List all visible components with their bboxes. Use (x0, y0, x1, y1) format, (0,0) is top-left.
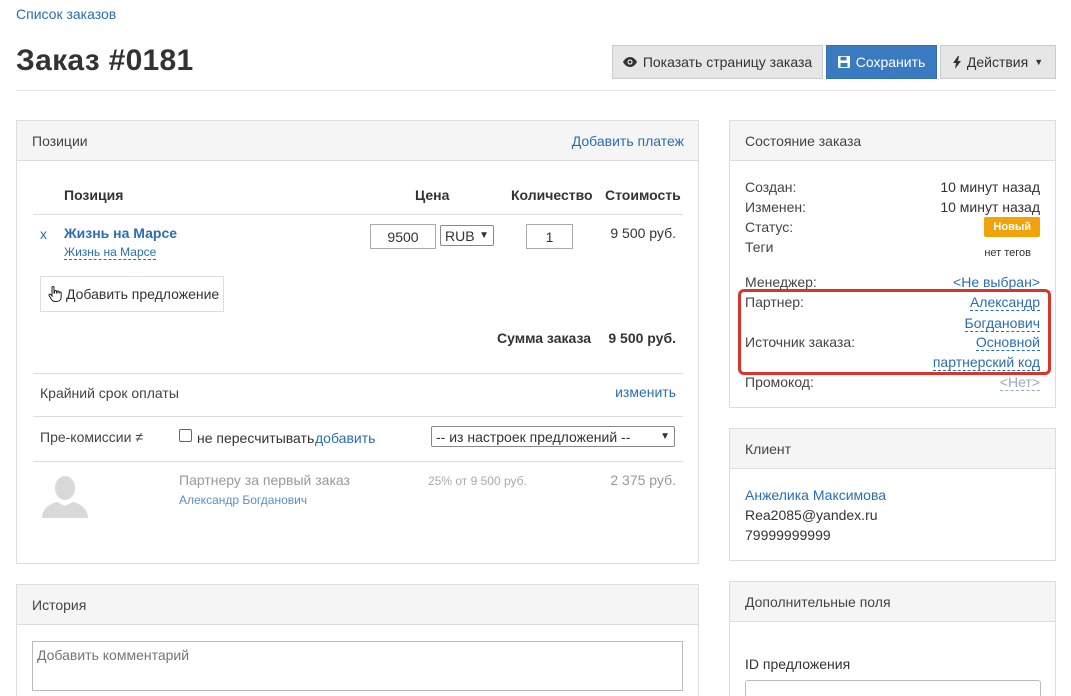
offer-settings-select[interactable]: -- из настроек предложений -- ▼ (431, 426, 675, 447)
show-order-page-button[interactable]: Показать страницу заказа (612, 45, 823, 79)
tags-value: нет тегов (984, 247, 1031, 259)
extra-fields-panel-header: Дополнительные поля (730, 582, 1055, 622)
caret-down-icon: ▼ (1034, 57, 1044, 67)
history-panel: История (16, 584, 699, 696)
commission-amount: 2 375 руб. (610, 472, 676, 488)
offer-id-label: ID предложения (745, 656, 851, 672)
add-offer-button[interactable]: Добавить предложение (40, 276, 224, 312)
avatar-placeholder-icon (42, 476, 88, 518)
offer-id-input[interactable] (745, 680, 1041, 696)
column-header-price: Цена (415, 187, 450, 203)
status-label: Статус: (745, 219, 794, 235)
client-email: Rea2085@yandex.ru (745, 507, 878, 523)
column-header-item: Позиция (64, 187, 124, 203)
client-name-link[interactable]: Анжелика Максимова (745, 487, 886, 503)
pre-commissions-label: Пре-комиссии ≠ (40, 429, 144, 445)
history-title: История (32, 596, 87, 613)
divider (33, 461, 683, 462)
show-order-page-label: Показать страницу заказа (642, 54, 813, 70)
promocode-link[interactable]: <Нет> (999, 374, 1040, 391)
created-value: 10 минут назад (940, 179, 1040, 195)
page-title: Заказ #0181 (16, 44, 194, 77)
positions-panel-header: Позиции Добавить платеж (17, 121, 698, 161)
created-label: Создан: (745, 179, 797, 195)
commission-percent: 25% от 9 500 руб. (428, 474, 527, 488)
divider (33, 416, 683, 417)
chevron-down-icon: ▼ (660, 431, 670, 442)
column-header-qty: Количество (511, 187, 593, 203)
price-input[interactable]: 9500 (370, 224, 436, 249)
table-header-divider (33, 214, 683, 215)
client-panel-header: Клиент (730, 429, 1055, 469)
add-payment-link[interactable]: Добавить платеж (572, 133, 684, 149)
breadcrumb-orders-list[interactable]: Список заказов (16, 6, 116, 22)
save-button[interactable]: Сохранить (826, 45, 937, 79)
lightning-icon (952, 55, 961, 69)
eye-icon (622, 57, 637, 67)
no-recalculate-checkbox[interactable] (179, 429, 192, 442)
save-label: Сохранить (855, 54, 926, 70)
order-total-label: Сумма заказа (497, 330, 592, 346)
manager-label: Менеджер: (745, 274, 817, 290)
chevron-down-icon: ▼ (479, 230, 489, 241)
divider (33, 373, 683, 374)
item-cost: 9 500 руб. (610, 225, 676, 241)
header-divider (16, 90, 1056, 91)
add-offer-label: Добавить предложение (66, 286, 220, 302)
client-title: Клиент (745, 440, 792, 457)
status-badge[interactable]: Новый (984, 217, 1040, 237)
order-total-value: 9 500 руб. (608, 330, 676, 346)
client-phone: 79999999999 (745, 527, 831, 543)
highlight-box (738, 289, 1051, 375)
no-recalculate-label: не пересчитывать (197, 430, 315, 446)
actions-label: Действия (966, 54, 1029, 70)
offer-settings-value: -- из настроек предложений -- (436, 428, 631, 445)
remove-item-button[interactable]: x (40, 226, 47, 242)
currency-select[interactable]: RUB ▼ (440, 225, 494, 246)
tags-label: Теги (745, 239, 774, 255)
order-state-panel-header: Состояние заказа (730, 121, 1055, 161)
changed-label: Изменен: (745, 199, 807, 215)
client-panel: Клиент Анжелика Максимова Rea2085@yandex… (729, 428, 1056, 561)
hand-pointer-icon (48, 286, 62, 302)
extra-fields-title: Дополнительные поля (745, 593, 891, 610)
comment-textarea[interactable] (32, 641, 683, 691)
actions-dropdown-button[interactable]: Действия ▼ (940, 45, 1056, 79)
item-subname-link[interactable]: Жизнь на Марсе (64, 245, 157, 260)
history-panel-header: История (17, 585, 698, 625)
extra-fields-panel: Дополнительные поля ID предложения (729, 581, 1056, 696)
quantity-input[interactable]: 1 (526, 224, 573, 249)
add-commission-link[interactable]: добавить (315, 430, 375, 446)
item-name-link[interactable]: Жизнь на Марсе (64, 225, 177, 241)
currency-value: RUB (445, 227, 475, 244)
order-state-title: Состояние заказа (745, 132, 862, 149)
changed-value: 10 минут назад (940, 199, 1040, 215)
positions-title: Позиции (32, 132, 88, 149)
commission-title: Партнеру за первый заказ (179, 472, 350, 488)
promocode-label: Промокод: (745, 374, 814, 390)
floppy-disk-icon (837, 56, 850, 68)
change-deadline-link[interactable]: изменить (615, 384, 676, 400)
payment-deadline-label: Крайний срок оплаты (40, 385, 179, 401)
commission-partner-link[interactable]: Александр Богданович (179, 493, 307, 507)
column-header-cost: Стоимость (605, 187, 681, 203)
positions-panel: Позиции Добавить платеж Позиция Цена Кол… (16, 120, 699, 564)
